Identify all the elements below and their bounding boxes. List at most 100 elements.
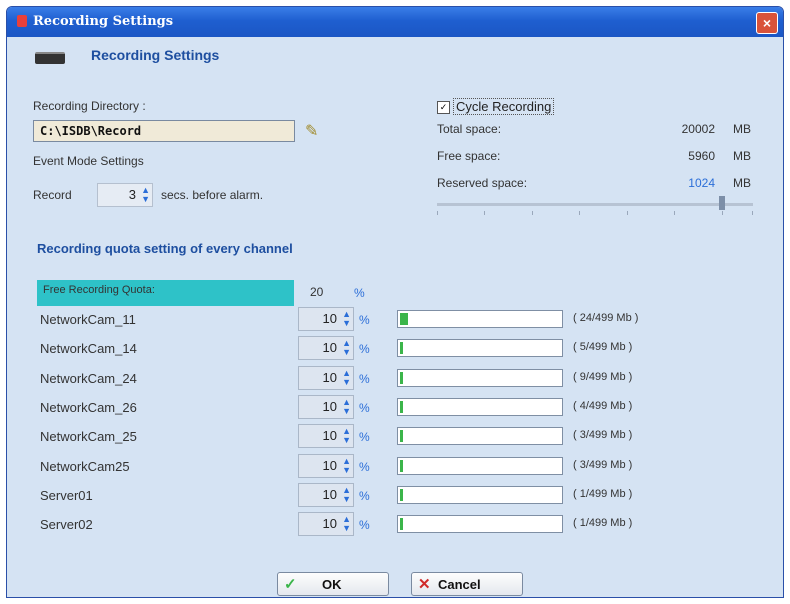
cancel-x-icon: ✕ xyxy=(418,576,431,593)
slider-tick xyxy=(752,211,753,215)
free-quota-percent: % xyxy=(354,286,365,300)
spinner-arrows-icon[interactable]: ▲ ▼ xyxy=(342,369,351,387)
record-label: Record xyxy=(33,188,72,202)
pre-alarm-seconds-value: 3 xyxy=(128,187,136,202)
reserved-space-slider-track[interactable] xyxy=(437,203,753,206)
recorder-icon xyxy=(35,52,65,64)
channel-usage-text: ( 9/499 Mb ) xyxy=(573,371,633,383)
channel-name: NetworkCam_11 xyxy=(40,312,136,327)
cycle-recording-checkbox[interactable]: ✓ xyxy=(437,101,450,114)
channel-usage-bar xyxy=(397,369,563,387)
channel-usage-fill xyxy=(400,518,403,530)
channel-usage-fill xyxy=(400,372,403,384)
app-icon xyxy=(17,15,27,27)
reserved-space-value: 1024 xyxy=(688,176,715,190)
free-quota-value: 20 xyxy=(310,285,324,299)
cancel-label: Cancel xyxy=(438,577,481,592)
ok-label: OK xyxy=(322,577,342,592)
slider-tick xyxy=(674,211,675,215)
channel-usage-text: ( 24/499 Mb ) xyxy=(573,312,639,324)
spinner-arrows-icon[interactable]: ▲ ▼ xyxy=(342,515,351,533)
cancel-button[interactable]: ✕ Cancel xyxy=(411,572,523,596)
channel-usage-text: ( 1/499 Mb ) xyxy=(573,517,633,529)
channel-name: Server01 xyxy=(40,488,93,503)
channel-usage-fill xyxy=(400,489,403,501)
channel-quota-spinner[interactable]: 10 ▲ ▼ xyxy=(298,424,354,448)
channel-name: NetworkCam_24 xyxy=(40,371,137,386)
channel-quota-spinner[interactable]: 10 ▲ ▼ xyxy=(298,307,354,331)
channel-percent: % xyxy=(359,460,370,474)
channel-percent: % xyxy=(359,342,370,356)
channel-usage-bar xyxy=(397,310,563,328)
header-title: Recording Settings xyxy=(91,47,220,63)
free-space-value: 5960 xyxy=(688,149,715,163)
spinner-arrows-icon[interactable]: ▲ ▼ xyxy=(342,310,351,328)
channel-usage-fill xyxy=(400,430,403,442)
channel-name: Server02 xyxy=(40,517,93,532)
channel-percent: % xyxy=(359,518,370,532)
channel-usage-text: ( 3/499 Mb ) xyxy=(573,459,633,471)
channel-name: NetworkCam_26 xyxy=(40,400,137,415)
free-quota-label: Free Recording Quota: xyxy=(37,280,294,306)
channel-quota-spinner[interactable]: 10 ▲ ▼ xyxy=(298,512,354,536)
channel-quota-value: 10 xyxy=(322,311,337,326)
channel-quota-value: 10 xyxy=(322,399,337,414)
recording-settings-dialog: Recording Settings × Recording Settings … xyxy=(6,6,784,598)
reserved-space-slider-thumb[interactable] xyxy=(719,196,725,210)
slider-tick xyxy=(437,211,438,215)
channel-name: NetworkCam_14 xyxy=(40,341,137,356)
channel-quota-value: 10 xyxy=(322,428,337,443)
total-space-label: Total space: xyxy=(437,122,502,136)
slider-tick xyxy=(484,211,485,215)
channel-quota-spinner[interactable]: 10 ▲ ▼ xyxy=(298,483,354,507)
channel-usage-bar xyxy=(397,486,563,504)
channel-percent: % xyxy=(359,401,370,415)
channel-usage-fill xyxy=(400,460,403,472)
ok-button[interactable]: ✓ OK xyxy=(277,572,389,596)
channel-usage-text: ( 4/499 Mb ) xyxy=(573,400,633,412)
spinner-arrows-icon[interactable]: ▲ ▼ xyxy=(342,398,351,416)
channel-percent: % xyxy=(359,489,370,503)
channel-usage-fill xyxy=(400,342,403,354)
channel-percent: % xyxy=(359,313,370,327)
channel-percent: % xyxy=(359,430,370,444)
free-space-label: Free space: xyxy=(437,149,501,163)
channel-usage-text: ( 5/499 Mb ) xyxy=(573,341,633,353)
total-space-unit: MB xyxy=(733,122,751,136)
channel-quota-value: 10 xyxy=(322,487,337,502)
channel-quota-spinner[interactable]: 10 ▲ ▼ xyxy=(298,395,354,419)
channel-usage-bar xyxy=(397,398,563,416)
title-bar[interactable]: Recording Settings × xyxy=(7,7,783,37)
slider-tick xyxy=(627,211,628,215)
spinner-arrows-icon[interactable]: ▲ ▼ xyxy=(342,486,351,504)
channel-quota-spinner[interactable]: 10 ▲ ▼ xyxy=(298,454,354,478)
channel-name: NetworkCam25 xyxy=(40,459,130,474)
pre-alarm-seconds-spinner[interactable]: 3 ▲ ▼ xyxy=(97,183,153,207)
recording-directory-input[interactable]: C:\ISDB\Record xyxy=(33,120,295,142)
channel-percent: % xyxy=(359,372,370,386)
channel-quota-spinner[interactable]: 10 ▲ ▼ xyxy=(298,336,354,360)
spinner-arrows-icon[interactable]: ▲ ▼ xyxy=(141,186,150,204)
channel-name: NetworkCam_25 xyxy=(40,429,137,444)
spinner-arrows-icon[interactable]: ▲ ▼ xyxy=(342,339,351,357)
channel-quota-spinner[interactable]: 10 ▲ ▼ xyxy=(298,366,354,390)
browse-folder-icon[interactable]: ✎ xyxy=(305,121,318,141)
quota-section-title: Recording quota setting of every channel xyxy=(37,241,293,256)
channel-usage-bar xyxy=(397,339,563,357)
check-icon: ✓ xyxy=(284,576,297,593)
channel-usage-bar xyxy=(397,427,563,445)
total-space-value: 20002 xyxy=(681,122,715,136)
cycle-recording-label[interactable]: Cycle Recording xyxy=(453,98,555,115)
channel-usage-text: ( 3/499 Mb ) xyxy=(573,429,633,441)
channel-quota-value: 10 xyxy=(322,340,337,355)
channel-usage-text: ( 1/499 Mb ) xyxy=(573,488,633,500)
channel-quota-value: 10 xyxy=(322,370,337,385)
spinner-arrows-icon[interactable]: ▲ ▼ xyxy=(342,427,351,445)
channel-usage-bar xyxy=(397,515,563,533)
channel-usage-fill xyxy=(400,313,408,325)
close-button[interactable]: × xyxy=(756,12,778,34)
event-mode-label: Event Mode Settings xyxy=(33,154,144,168)
spinner-arrows-icon[interactable]: ▲ ▼ xyxy=(342,457,351,475)
channel-quota-value: 10 xyxy=(322,458,337,473)
slider-tick xyxy=(722,211,723,215)
